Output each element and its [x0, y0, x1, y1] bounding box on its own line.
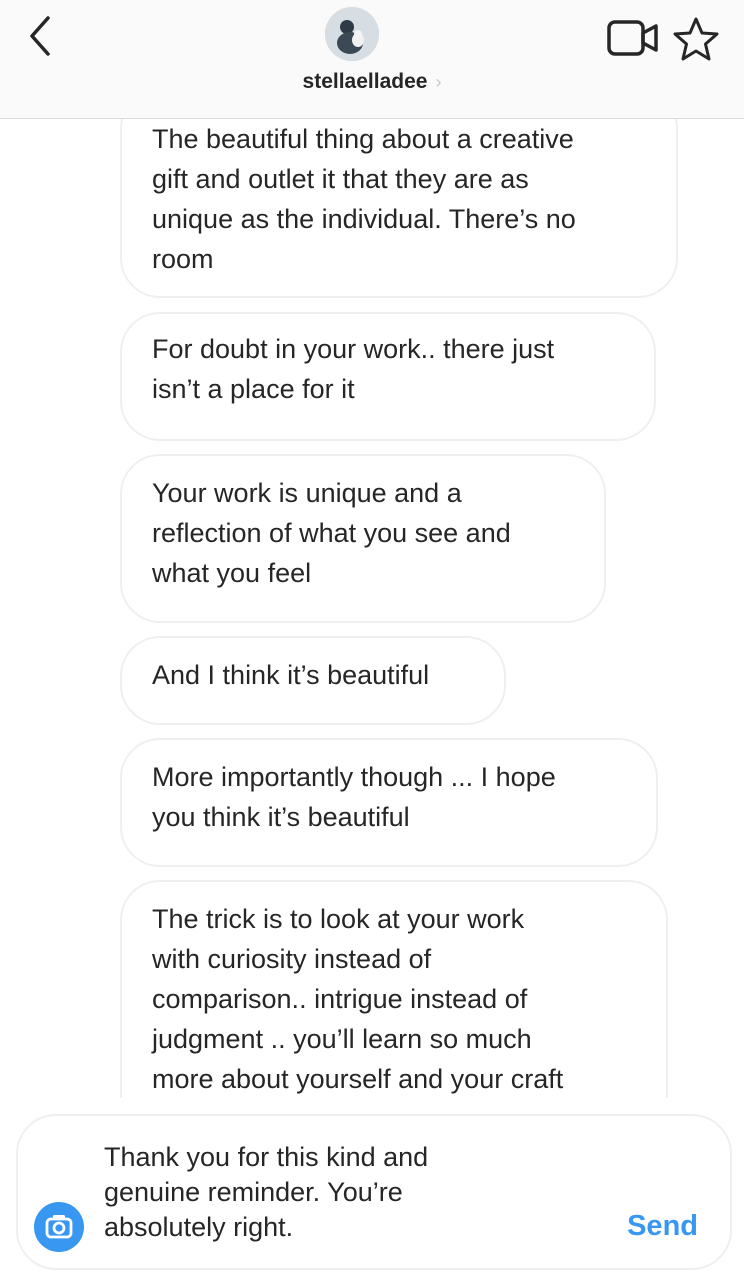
- message-bubble[interactable]: Your work is unique and a reflection of …: [120, 454, 606, 623]
- avatar-image: [325, 7, 379, 61]
- message-input[interactable]: Thank you for this kind and genuine remi…: [104, 1140, 504, 1245]
- favorite-button[interactable]: [672, 16, 720, 62]
- conversation-username[interactable]: stellaelladee ›: [0, 70, 744, 94]
- avatar[interactable]: [325, 7, 379, 61]
- camera-icon: [45, 1215, 73, 1239]
- video-call-button[interactable]: [606, 18, 662, 60]
- chevron-right-icon: ›: [435, 72, 442, 92]
- video-camera-icon: [607, 20, 658, 56]
- message-bubble[interactable]: And I think it’s beautiful: [120, 636, 506, 725]
- message-text: And I think it’s beautiful: [152, 660, 430, 690]
- star-icon: [673, 17, 719, 61]
- message-text: The beautiful thing about a creative gif…: [152, 124, 576, 274]
- camera-button[interactable]: [34, 1202, 84, 1252]
- message-bubble[interactable]: The trick is to look at your work with c…: [120, 880, 668, 1098]
- message-bubble[interactable]: More importantly though ... I hope you t…: [120, 738, 658, 867]
- username-text: stellaelladee: [302, 70, 428, 93]
- chevron-left-icon: [30, 16, 50, 56]
- message-thread[interactable]: The beautiful thing about a creative gif…: [0, 119, 744, 1098]
- message-text: The trick is to look at your work with c…: [152, 904, 564, 1094]
- message-text: Your work is unique and a reflection of …: [152, 478, 511, 588]
- back-button[interactable]: [22, 14, 62, 58]
- message-text: For doubt in your work.. there just isn’…: [152, 334, 555, 404]
- send-button[interactable]: Send: [627, 1210, 698, 1243]
- message-bubble[interactable]: For doubt in your work.. there just isn’…: [120, 312, 656, 441]
- message-bubble[interactable]: The beautiful thing about a creative gif…: [120, 119, 678, 298]
- conversation-header: stellaelladee ›: [0, 0, 744, 119]
- message-text: More importantly though ... I hope you t…: [152, 762, 556, 832]
- message-composer: Thank you for this kind and genuine remi…: [16, 1114, 732, 1270]
